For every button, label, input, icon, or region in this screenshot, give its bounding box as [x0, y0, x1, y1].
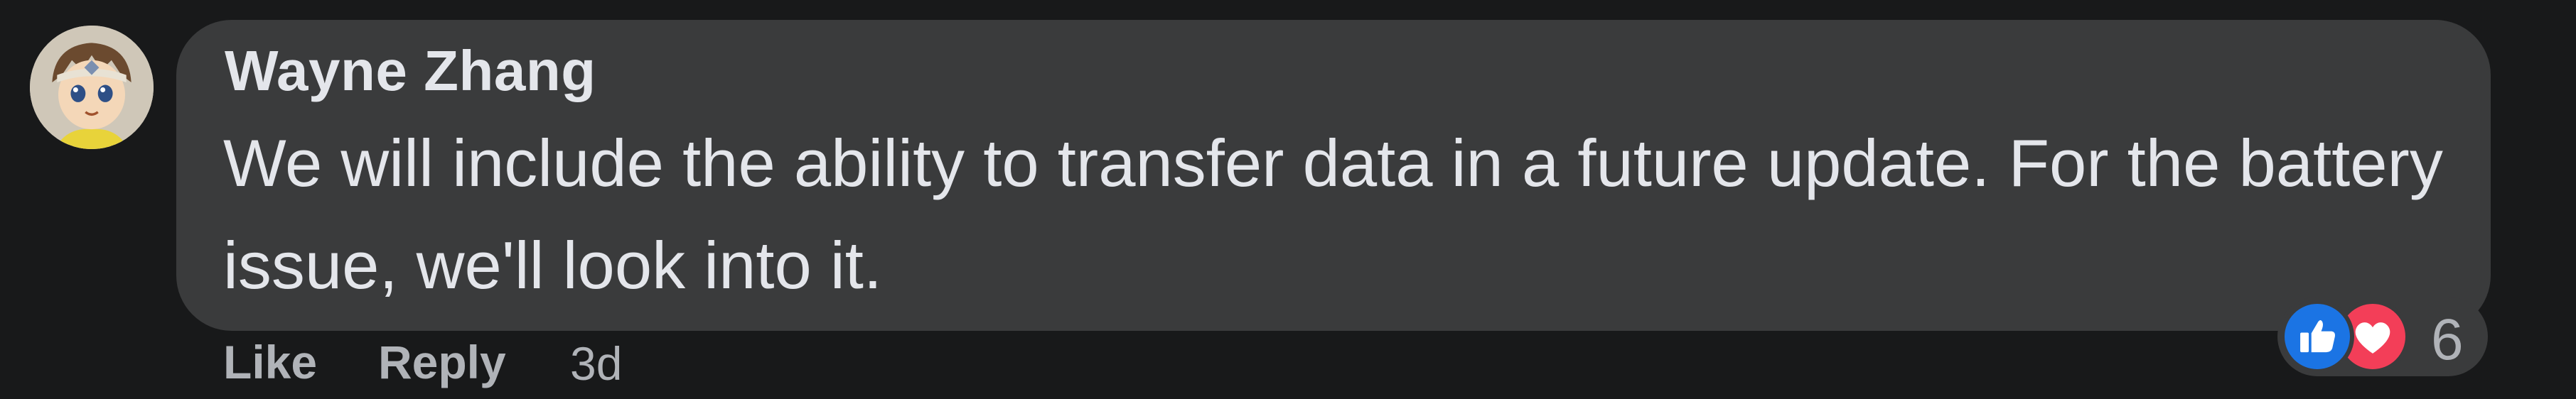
comment-timestamp[interactable]: 3d	[570, 337, 622, 390]
reply-button[interactable]: Reply	[378, 335, 506, 389]
reaction-count: 6	[2431, 307, 2464, 372]
reactions-summary[interactable]: 6	[2277, 297, 2488, 376]
like-icon	[2280, 300, 2354, 373]
avatar-image	[30, 26, 154, 149]
like-button[interactable]: Like	[223, 335, 317, 389]
comment-text: We will include the ability to transfer …	[223, 126, 2443, 302]
avatar[interactable]	[30, 26, 154, 149]
comment-author[interactable]: Wayne Zhang	[225, 38, 596, 104]
